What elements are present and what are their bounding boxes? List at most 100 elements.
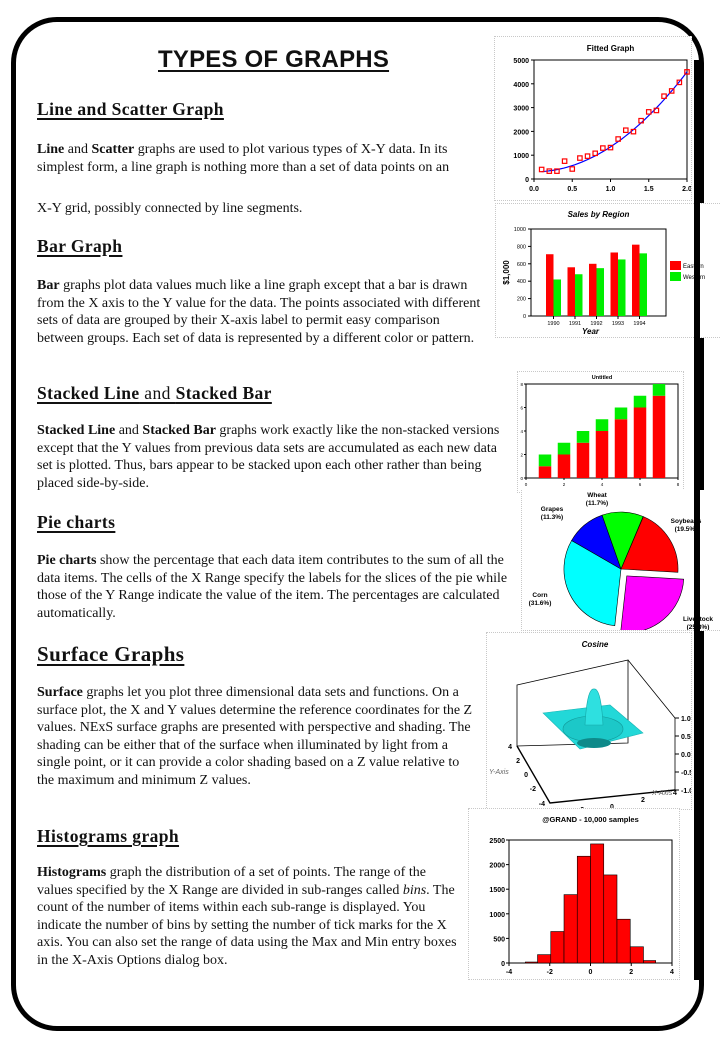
paragraph-stacked: Stacked Line and Stacked Bar graphs work… xyxy=(37,422,512,492)
bar xyxy=(546,254,554,316)
y-axis-label: $1,000 xyxy=(502,260,511,285)
pie-percent: (11.3%) xyxy=(541,514,563,521)
x-tick-label: 2.0 xyxy=(682,186,691,193)
page-frame-right-edge xyxy=(694,60,700,980)
heading-histogram: Histograms graph xyxy=(37,826,180,846)
y-tick-label: 0 xyxy=(520,476,523,481)
bar xyxy=(618,259,626,316)
x-tick-label: 1.0 xyxy=(606,186,616,193)
x-tick-label: 1991 xyxy=(569,321,581,327)
y-tick-label: 6 xyxy=(520,406,523,411)
pie-label: Wheat xyxy=(587,492,607,499)
heading-stacked: Stacked Line and Stacked Bar xyxy=(37,383,272,404)
pie-percent: (11.7%) xyxy=(586,500,608,507)
stacked-bar-segment xyxy=(652,384,666,396)
y-tick-label: 4 xyxy=(520,429,523,434)
paragraph-line-scatter-cont: X-Y grid, possibly connected by line seg… xyxy=(37,201,303,216)
bar xyxy=(596,268,604,316)
data-point xyxy=(561,158,568,164)
x-tick-label: 0 xyxy=(589,969,593,976)
bar xyxy=(575,274,583,316)
y-tick-label: 2 xyxy=(520,453,523,458)
heading-pie: Pie charts xyxy=(37,512,116,532)
y-tick-label: 4000 xyxy=(513,82,529,89)
page-title: TYPES OF GRAPHS xyxy=(158,46,390,73)
surface-peak xyxy=(584,688,604,726)
x-tick-label: 6 xyxy=(639,482,642,487)
histogram-bin xyxy=(524,961,538,964)
chart-title: Cosine xyxy=(582,640,609,649)
pie-label: Corn xyxy=(532,592,547,599)
y-tick-label: 1000 xyxy=(514,227,526,233)
heading-surface: Surface Graphs xyxy=(37,642,185,666)
data-point xyxy=(569,166,576,172)
surface-trough xyxy=(577,738,611,748)
data-point xyxy=(623,127,629,134)
x-tick-label: 0.0 xyxy=(529,186,539,193)
bold-term: Scatter xyxy=(91,142,135,157)
sales-by-region-chart: Sales by Region 0 200 400 600 800 1000 $1,000 19… xyxy=(502,210,705,336)
stacked-bar-segment xyxy=(538,466,552,478)
italic-term: bins xyxy=(402,882,427,898)
z-tick-label: 1.0 xyxy=(681,716,691,723)
y-tick-label: 0 xyxy=(501,961,505,968)
y-tick-label: 2000 xyxy=(513,129,529,136)
y-tick-label: 800 xyxy=(517,244,526,250)
text: and xyxy=(64,142,92,157)
text: graphs plot data values much like a line… xyxy=(37,278,481,346)
text: graphs are used to plot various types of… xyxy=(134,142,448,157)
y-tick-label: 8 xyxy=(520,382,523,387)
fit-line xyxy=(541,71,688,173)
pie-chart: Soybeans(19.5%)Livestock(25.8%)Corn(31.6… xyxy=(529,492,713,634)
fitted-graph-chart: Fitted Graph 0 1000 2000 3000 4000 5000 0.0 0.5 1… xyxy=(513,44,692,193)
x-tick-label: 2 xyxy=(641,797,645,804)
z-tick-label: -1.0 xyxy=(681,788,691,795)
x-tick-label: -2 xyxy=(547,969,553,976)
x-tick-label: 0 xyxy=(525,482,528,487)
heading-part: and xyxy=(139,383,176,403)
heading-line-scatter: Line and Scatter Graph xyxy=(37,99,224,119)
text: and xyxy=(115,423,143,438)
x-tick-label: 2 xyxy=(563,482,566,487)
x-tick-label: -4 xyxy=(506,969,512,976)
x-tick-label: 1993 xyxy=(612,321,624,327)
stacked-bar-segment xyxy=(557,454,571,478)
y-tick-label: 0 xyxy=(523,314,526,320)
histogram-bin xyxy=(629,946,644,964)
stacked-bar-segment xyxy=(576,431,590,443)
heading-part: Stacked Bar xyxy=(175,383,272,403)
y-tick-label: 5000 xyxy=(513,58,529,65)
text: graphs let you plot three dimensional da… xyxy=(37,685,473,788)
side-wall xyxy=(627,659,676,790)
histogram-bin xyxy=(576,855,591,964)
histogram-bin xyxy=(550,931,565,964)
bar xyxy=(567,267,575,316)
y-tick-label: 1000 xyxy=(489,912,505,919)
x-tick-label: 1.5 xyxy=(644,186,654,193)
stacked-bar-segment xyxy=(576,442,590,478)
bold-term: Pie charts xyxy=(37,553,97,568)
x-tick-label: 4 xyxy=(601,482,604,487)
histogram-figure: @GRAND - 10,000 samples 0 500 1000 1500 2000 2… xyxy=(468,808,680,980)
histogram-bin xyxy=(563,894,578,964)
stacked-bar-segment xyxy=(595,431,609,478)
stacked-bar-segment xyxy=(614,407,628,420)
y-tick-label: 500 xyxy=(493,936,505,943)
bar xyxy=(632,244,640,316)
x-tick-label: 1994 xyxy=(633,321,645,327)
chart-title: Fitted Graph xyxy=(587,44,635,53)
stacked-bar-chart: Untitled 0 2 4 6 8 0 2 4 6 8 xyxy=(520,375,679,487)
data-point xyxy=(577,155,583,161)
y-tick-label: 0 xyxy=(525,177,529,184)
y-tick-label: 400 xyxy=(517,279,526,285)
x-tick-label: 4 xyxy=(673,790,677,797)
y-tick-label: -2 xyxy=(530,786,536,793)
legend-swatch xyxy=(670,261,681,270)
stacked-bar-segment xyxy=(557,442,571,455)
paragraph-surface: Surface graphs let you plot three dimens… xyxy=(37,684,477,789)
sales-by-region-figure: Sales by Region 0 200 400 600 800 1000 $1,000 19… xyxy=(495,203,720,338)
y-tick-label: 2 xyxy=(516,758,520,765)
y-tick-label: 2000 xyxy=(489,863,505,870)
chart-title: Sales by Region xyxy=(568,210,630,219)
histogram-bin xyxy=(537,954,552,964)
